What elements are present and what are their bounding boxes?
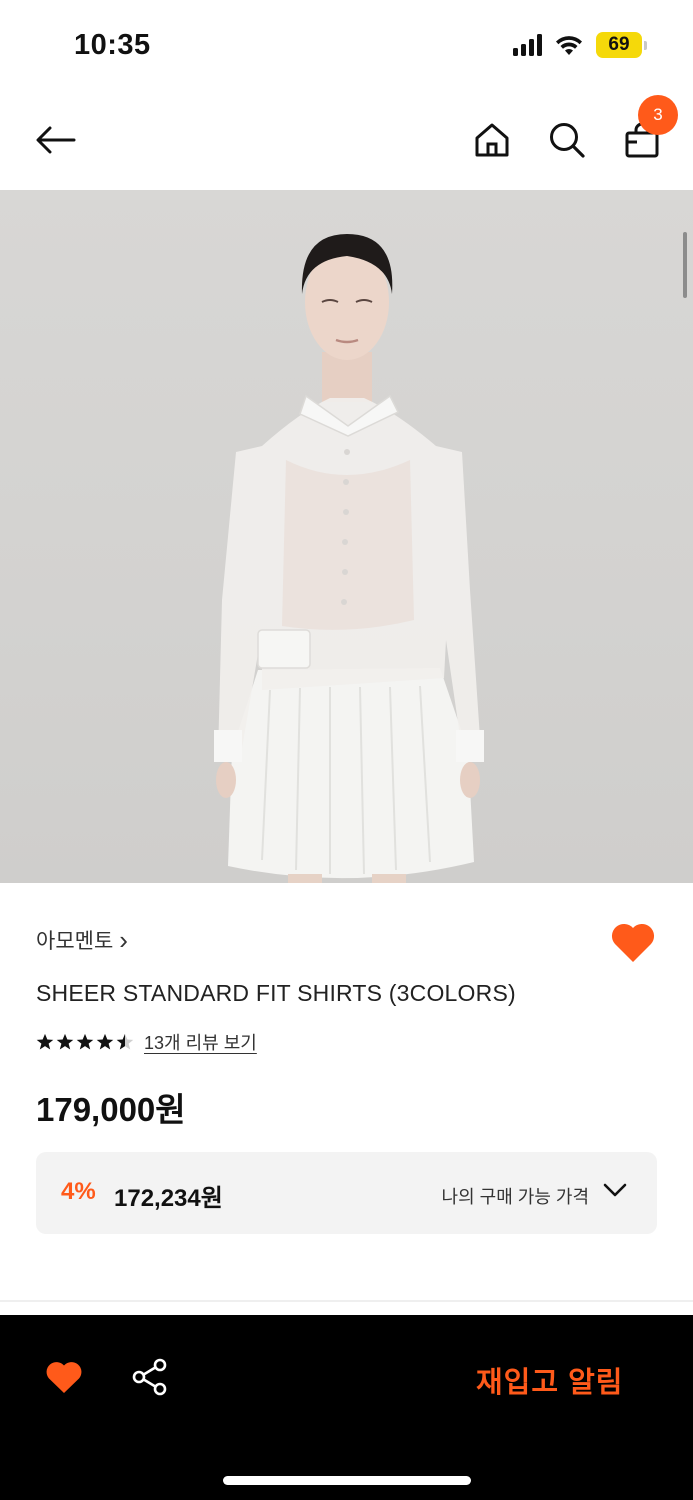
star-icon xyxy=(56,1033,74,1050)
home-icon xyxy=(475,123,509,157)
discount-price-box[interactable]: 4% 172,234원 나의 구매 가능 가격 xyxy=(36,1152,657,1234)
discount-rate: 4% xyxy=(61,1178,96,1205)
heart-icon[interactable] xyxy=(44,1359,84,1395)
search-button[interactable] xyxy=(537,110,597,170)
product-name: SHEER STANDARD FIT SHIRTS (3COLORS) xyxy=(36,980,516,1006)
status-icons: 69 xyxy=(513,32,647,58)
status-bar: 10:35 69 xyxy=(0,0,693,90)
share-icon[interactable] xyxy=(130,1357,170,1397)
status-time: 10:35 xyxy=(74,29,151,61)
cart-count-badge: 3 xyxy=(638,95,678,135)
half-star-icon xyxy=(116,1033,134,1050)
product-price: 179,000원 xyxy=(36,1091,186,1128)
chevron-down-icon xyxy=(603,1183,627,1197)
wifi-icon xyxy=(556,36,582,55)
star-icon xyxy=(96,1033,114,1050)
chevron-right-icon: › xyxy=(119,924,128,955)
search-icon xyxy=(550,123,585,158)
top-nav xyxy=(0,90,693,190)
section-divider xyxy=(0,1300,693,1302)
restock-alert-button[interactable]: 재입고 알림 xyxy=(476,1359,623,1401)
review-link[interactable]: 13개 리뷰 보기 xyxy=(144,1029,257,1055)
discount-price: 172,234원 xyxy=(114,1185,223,1212)
signal-icon xyxy=(513,34,542,56)
wishlist-heart-icon[interactable] xyxy=(609,920,657,964)
star-icon xyxy=(76,1033,94,1050)
brand-link[interactable]: 아모멘토 › xyxy=(36,925,128,955)
bottom-action-bar: 재입고 알림 xyxy=(0,1315,693,1500)
product-photo xyxy=(214,234,484,883)
product-image[interactable] xyxy=(0,190,693,883)
home-indicator xyxy=(223,1476,471,1485)
scroll-indicator[interactable] xyxy=(683,232,687,298)
rating-stars xyxy=(36,1033,134,1051)
star-icon xyxy=(36,1033,54,1050)
discount-label: 나의 구매 가능 가격 xyxy=(441,1187,589,1207)
battery-level: 69 xyxy=(596,32,642,58)
back-arrow-icon xyxy=(36,126,76,154)
brand-name: 아모멘토 xyxy=(36,930,114,953)
battery-icon: 69 xyxy=(596,32,647,58)
rating-row: 13개 리뷰 보기 xyxy=(36,1029,257,1055)
home-button[interactable] xyxy=(462,110,522,170)
back-button[interactable] xyxy=(26,110,86,170)
